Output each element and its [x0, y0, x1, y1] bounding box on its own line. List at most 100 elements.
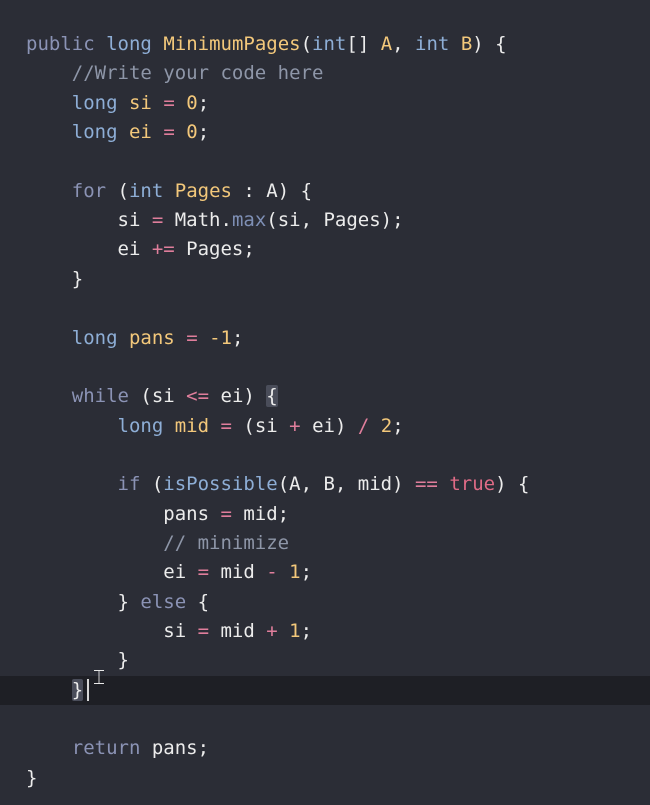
code-line[interactable] — [0, 353, 650, 382]
code-line-text: while (si <= ei) { — [26, 382, 278, 411]
code-token-op: = — [151, 209, 164, 231]
code-line[interactable]: long pans = -1; — [0, 324, 650, 353]
code-line[interactable]: return pans; — [0, 734, 650, 763]
code-token-plain: ; — [300, 561, 313, 583]
code-line[interactable]: for (int Pages : A) { — [0, 177, 650, 206]
code-token-type: int — [312, 33, 347, 55]
code-line[interactable]: pans = mid; — [0, 500, 650, 529]
code-line[interactable]: } else { — [0, 588, 650, 617]
code-token-op: + — [266, 620, 278, 642]
code-token-plain: ( — [140, 473, 164, 495]
code-token-op: = — [220, 415, 232, 437]
code-token-plain: ei — [26, 561, 198, 583]
code-token-var: ei — [128, 121, 152, 143]
code-line[interactable]: long ei = 0; — [0, 118, 650, 147]
code-line-text: long si = 0; — [26, 89, 209, 118]
code-token-plain: pans; — [140, 737, 210, 759]
code-editor[interactable]: public long MinimumPages(int[] A, int B)… — [0, 0, 650, 805]
code-line[interactable]: while (si <= ei) { — [0, 382, 650, 411]
code-line-text: ei = mid - 1; — [26, 558, 312, 587]
code-token-op: = — [163, 92, 175, 114]
code-line[interactable]: ei += Pages; — [0, 235, 650, 264]
code-line-text: pans = mid; — [26, 500, 289, 529]
code-token-var: Pages — [174, 180, 232, 202]
code-line[interactable]: si = mid + 1; — [0, 617, 650, 646]
code-token-plain: ( — [106, 180, 129, 202]
code-token-method: max — [231, 209, 267, 231]
code-token-type: int — [128, 180, 164, 202]
code-token-plain: { — [186, 591, 210, 613]
code-line-text: long mid = (si + ei) / 2; — [26, 412, 404, 441]
code-token-plain: ; — [197, 121, 210, 143]
code-line[interactable]: long si = 0; — [0, 89, 650, 118]
code-token-plain: mid — [209, 561, 267, 583]
code-line[interactable]: ei = mid - 1; — [0, 558, 650, 587]
code-line[interactable] — [0, 294, 650, 323]
code-token-plain: } — [26, 591, 141, 613]
code-token-plain: ei) — [300, 415, 358, 437]
code-token-bracket: } — [71, 679, 84, 701]
i-beam-cursor-icon: ⌶ — [93, 665, 105, 689]
code-token-bracket: { — [266, 385, 278, 407]
code-token-num: 1 — [289, 561, 301, 583]
code-token-num: 0 — [186, 92, 198, 114]
code-token-plain: ( — [300, 33, 313, 55]
code-token-plain: Math. — [163, 209, 232, 231]
code-token-type: long — [71, 327, 118, 349]
code-token-num: 0 — [186, 121, 198, 143]
code-line-text: public long MinimumPages(int[] A, int B)… — [26, 30, 507, 59]
code-line[interactable]: //Write your code here — [0, 59, 650, 88]
code-token-op: + — [289, 415, 301, 437]
code-token-comment: //Write your code here — [71, 62, 324, 84]
code-line[interactable] — [0, 147, 650, 176]
code-token-plain: ; — [300, 620, 313, 642]
code-line[interactable] — [0, 705, 650, 734]
code-token-num: 1 — [289, 620, 301, 642]
code-line-text: for (int Pages : A) { — [26, 177, 312, 206]
code-token-plain: ; — [392, 415, 404, 437]
code-token-type: long — [71, 92, 118, 114]
code-line[interactable]: // minimize — [0, 529, 650, 558]
code-token-op: += — [151, 238, 175, 260]
code-line[interactable]: } — [0, 764, 650, 793]
code-token-op: = — [186, 327, 198, 349]
code-token-plain: pans — [26, 503, 221, 525]
code-line-text: long ei = 0; — [26, 118, 209, 147]
code-token-type: long — [71, 121, 118, 143]
code-line[interactable]: long mid = (si + ei) / 2; — [0, 412, 650, 441]
code-line[interactable]: si = Math.max(si, Pages); — [0, 206, 650, 235]
code-line[interactable] — [0, 441, 650, 470]
code-line[interactable]: public long MinimumPages(int[] A, int B)… — [0, 30, 650, 59]
code-token-op: / — [357, 415, 370, 437]
code-token-plain: [] — [346, 33, 381, 55]
code-token-plain: (si — [231, 415, 290, 437]
code-token-plain: ei) — [209, 385, 267, 407]
code-token-bool: true — [449, 473, 496, 495]
code-line[interactable]: } — [0, 265, 650, 294]
code-line[interactable]: if (isPossible(A, B, mid) == true) { — [0, 470, 650, 499]
code-line-text: } — [26, 265, 83, 294]
code-token-type: long — [106, 33, 152, 55]
